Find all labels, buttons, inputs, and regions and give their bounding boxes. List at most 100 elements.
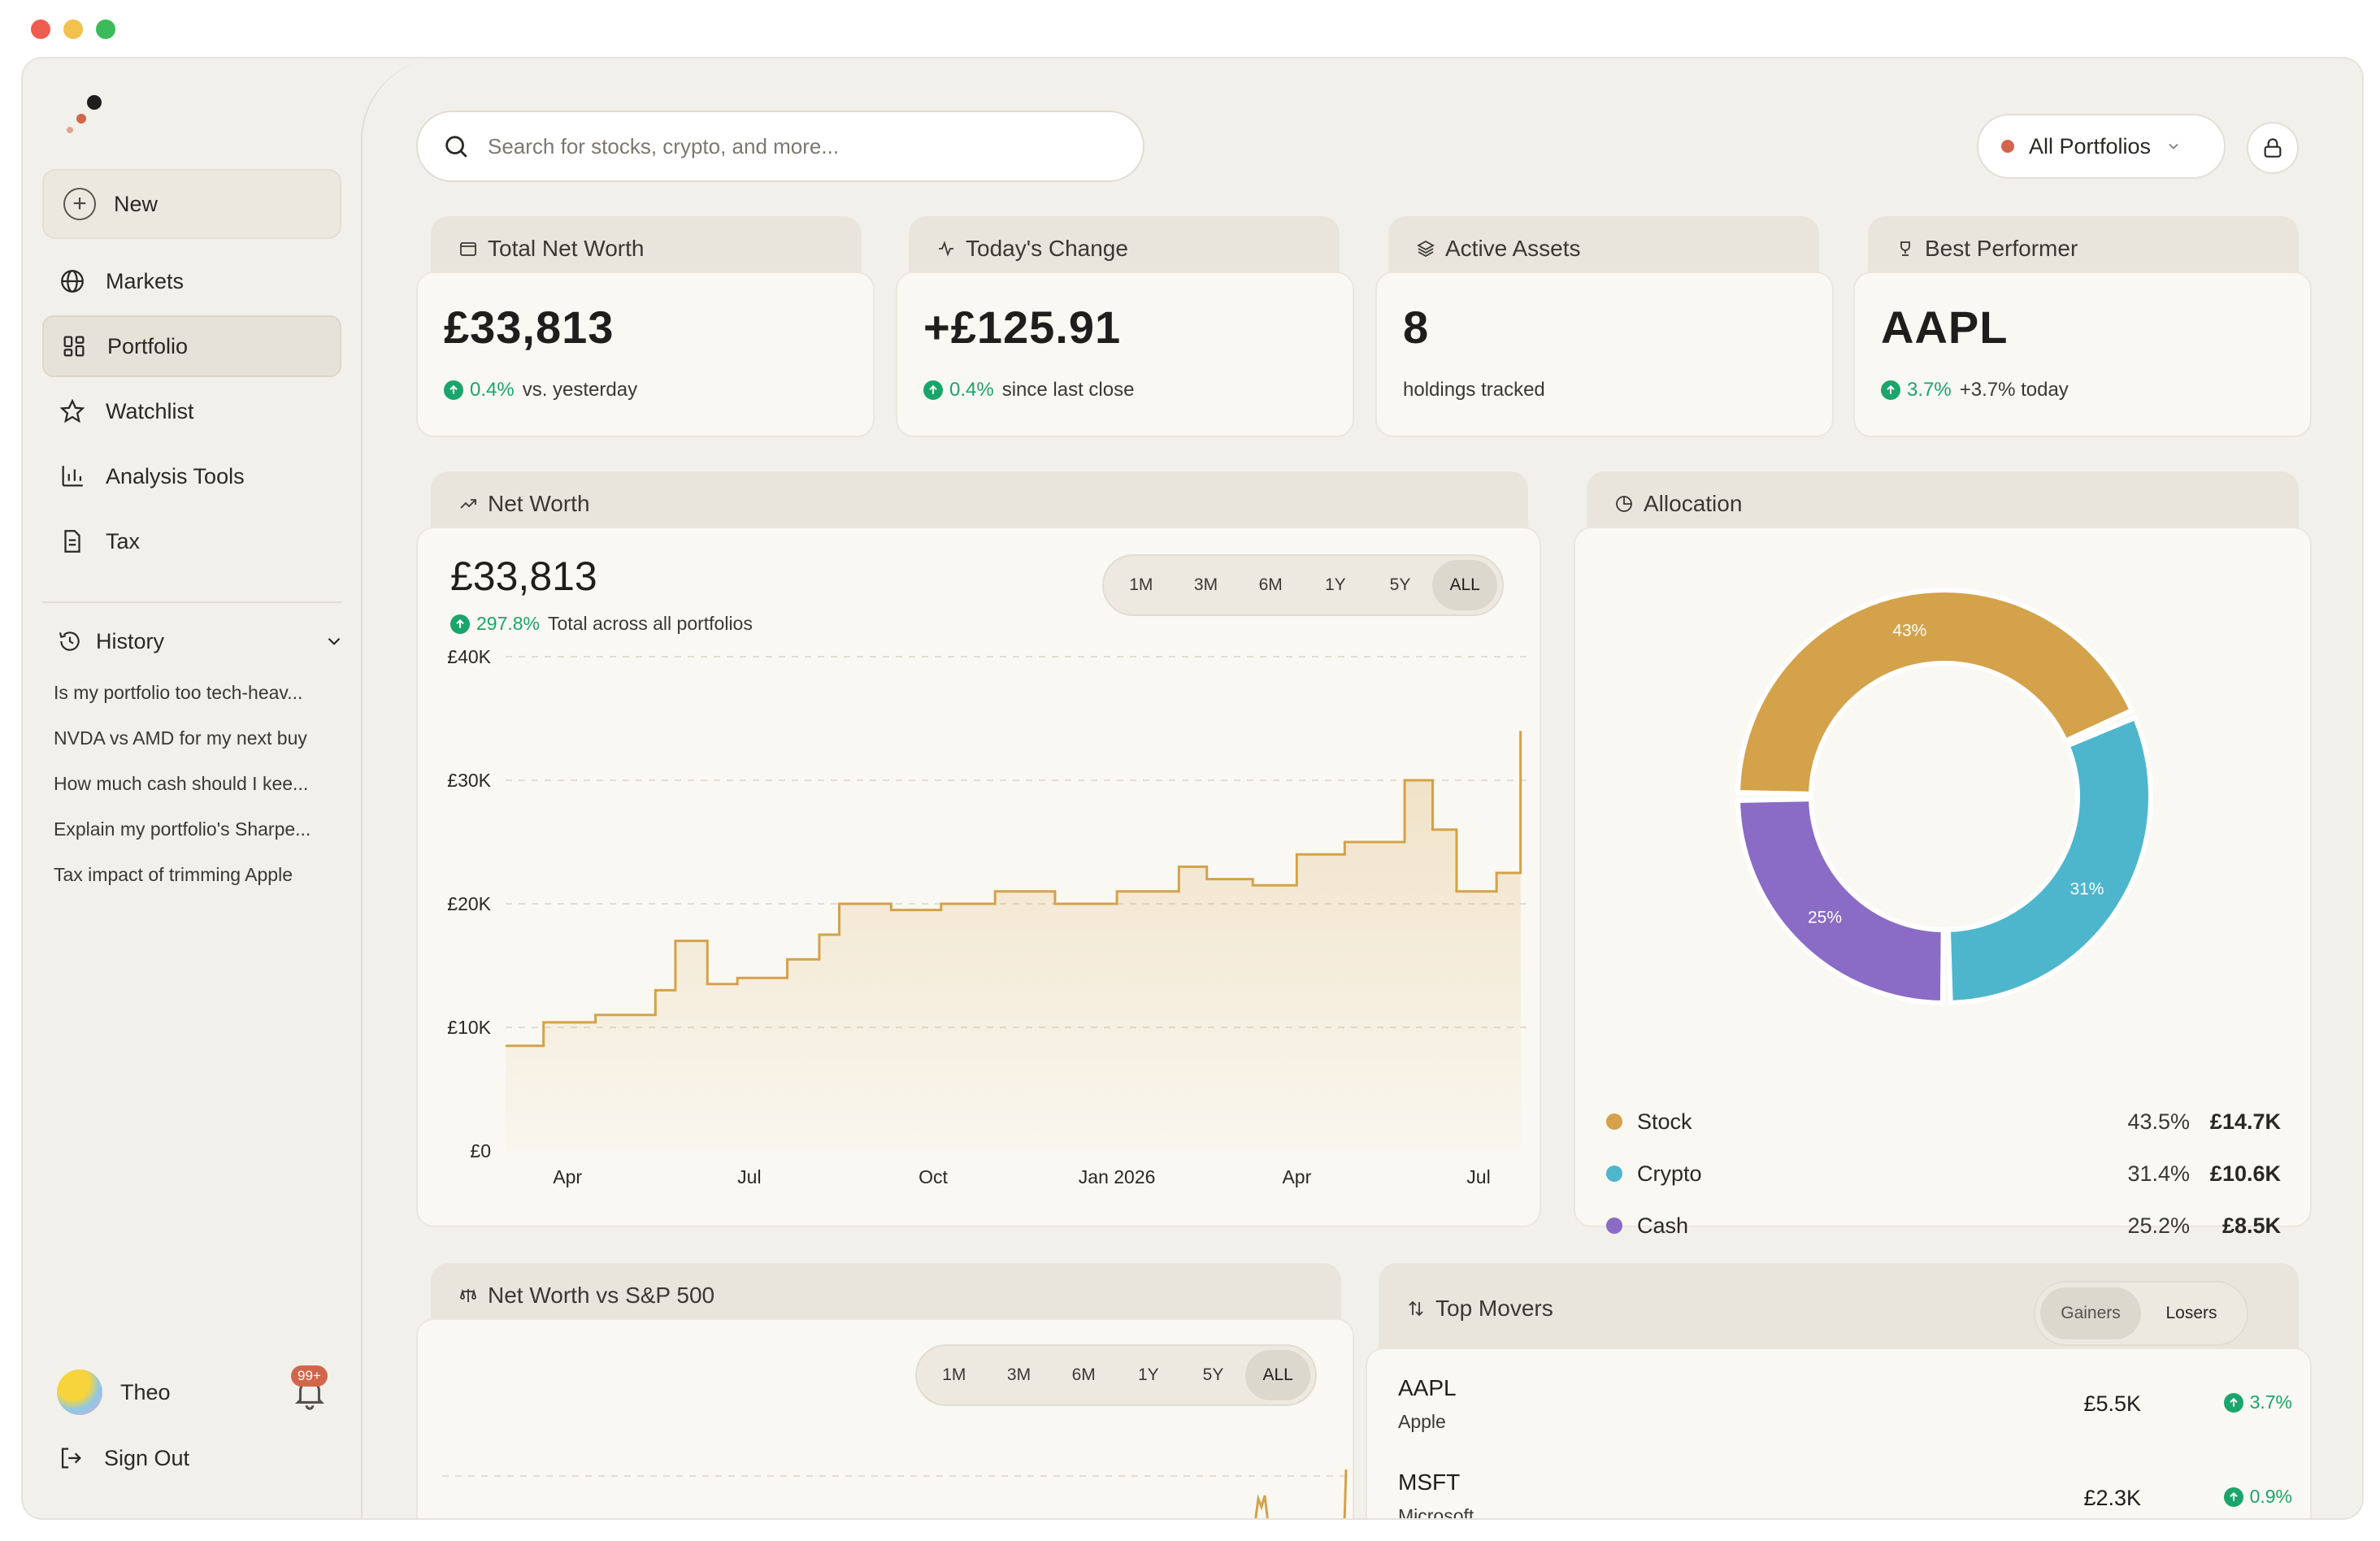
range-6m[interactable]: 6M	[1238, 560, 1303, 610]
change-suffix: Total across all portfolios	[548, 613, 753, 634]
history-item[interactable]: Explain my portfolio's Sharpe...	[54, 806, 338, 852]
change-indicator: 297.8%	[450, 613, 540, 635]
range-1m[interactable]: 1M	[922, 1350, 987, 1400]
change-suffix: holdings tracked	[1403, 379, 1545, 401]
mover-ticker: AAPL	[1398, 1375, 1457, 1400]
history-item[interactable]: NVDA vs AMD for my next buy	[54, 715, 338, 761]
history-label: History	[96, 628, 165, 653]
search-input[interactable]: Search for stocks, crypto, and more...	[488, 134, 839, 159]
vs-sp500-chart[interactable]	[418, 1442, 1353, 1520]
sidebar-item-portfolio[interactable]: Portfolio	[42, 315, 341, 377]
activity-icon	[939, 241, 953, 257]
x-tick-label: Oct	[919, 1166, 948, 1187]
y-tick-label: £20K	[447, 893, 491, 914]
maximize-window-button[interactable]	[96, 20, 115, 39]
x-tick-label: Jan 2026	[1079, 1166, 1156, 1187]
user-profile[interactable]: Theo 99+	[57, 1364, 345, 1421]
tab-losers[interactable]: Losers	[2141, 1287, 2242, 1339]
change-suffix: since last close	[1001, 379, 1135, 401]
movers-toggle: Gainers Losers	[2034, 1281, 2248, 1346]
allocation-donut-chart[interactable]: 43% 31% 25%	[1725, 577, 2164, 1016]
range-3m[interactable]: 3M	[987, 1350, 1052, 1400]
history-item[interactable]: Tax impact of trimming Apple	[54, 852, 338, 897]
range-all[interactable]: ALL	[1432, 560, 1498, 610]
sort-arrows-icon	[1409, 1300, 1423, 1317]
donut-slice-crypto[interactable]	[1945, 714, 2153, 1005]
net-worth-chart[interactable]: £40K £30K £20K £10K £0 Apr Jul Oct Jan 2026 Apr Ju…	[418, 650, 1540, 1219]
range-1m[interactable]: 1M	[1109, 560, 1174, 610]
new-button-label: New	[114, 191, 159, 216]
allocation-card: 43% 31% 25% Stock 43.5% £14.7K Crypto 31.4…	[1574, 527, 2312, 1238]
search-icon	[445, 136, 467, 158]
mover-name: Apple	[1398, 1411, 1446, 1432]
slice-label: 25%	[1808, 909, 1842, 927]
net-worth-value: £33,813	[450, 553, 597, 599]
stat-card-active-assets: 8 holdings tracked	[1375, 271, 1834, 437]
sidebar-item-markets[interactable]: Markets	[42, 250, 341, 312]
donut-slice-cash[interactable]	[1735, 797, 1946, 1005]
range-3m[interactable]: 3M	[1174, 560, 1239, 610]
sidebar-item-watchlist[interactable]: Watchlist	[42, 380, 341, 442]
stat-value: AAPL	[1881, 302, 2009, 353]
range-5y[interactable]: 5Y	[1181, 1350, 1246, 1400]
mover-value: £2.3K	[2083, 1486, 2141, 1510]
search-bar[interactable]: Search for stocks, crypto, and more...	[416, 111, 1144, 182]
avatar[interactable]	[57, 1370, 102, 1415]
notifications-button[interactable]: 99+	[291, 1365, 328, 1411]
stat-card-total-net-worth: £33,813 0.4% vs. yesterday	[416, 271, 875, 437]
sidebar-item-label: Markets	[106, 268, 185, 293]
arrow-up-icon	[450, 614, 470, 634]
x-tick-label: Jul	[737, 1166, 761, 1187]
card-title: Top Movers	[1435, 1296, 1553, 1321]
portfolio-select-value: All Portfolios	[2029, 133, 2152, 158]
range-1y[interactable]: 1Y	[1303, 560, 1368, 610]
top-movers-card: AAPL Apple £5.5K 3.7% MSFT Microsoft £2.…	[1366, 1348, 2312, 1520]
privacy-lock-button[interactable]	[2247, 122, 2299, 174]
sidebar-item-label: Tax	[106, 528, 141, 553]
trending-up-icon	[460, 499, 476, 509]
sign-out-button[interactable]: Sign Out	[57, 1434, 189, 1482]
history-item[interactable]: How much cash should I kee...	[54, 761, 338, 806]
history-toggle[interactable]: History	[57, 619, 345, 663]
change-indicator: 3.7%	[1881, 379, 1952, 402]
sidebar-item-label: Portfolio	[107, 333, 189, 358]
lock-icon	[2264, 138, 2282, 158]
sidebar-item-tax[interactable]: Tax	[42, 510, 341, 572]
legend-row-stock: Stock 43.5% £14.7K	[1606, 1105, 2281, 1138]
legend-label: Stock	[1637, 1109, 1692, 1134]
tab-gainers[interactable]: Gainers	[2040, 1287, 2141, 1339]
trophy-icon	[1900, 241, 1910, 256]
range-6m[interactable]: 6M	[1051, 1350, 1116, 1400]
mover-row[interactable]: AAPL Apple £5.5K 3.7%	[1398, 1375, 2292, 1465]
range-5y[interactable]: 5Y	[1368, 560, 1433, 610]
card-title: Net Worth	[488, 491, 590, 516]
slice-label: 43%	[1892, 621, 1926, 640]
stat-value: 8	[1403, 302, 1430, 353]
range-1y[interactable]: 1Y	[1116, 1350, 1181, 1400]
layers-icon	[1417, 240, 1435, 258]
stat-card-todays-change: +£125.91 0.4% since last close	[896, 271, 1354, 437]
sidebar-item-analysis-tools[interactable]: Analysis Tools	[42, 445, 341, 507]
grid-icon	[63, 336, 85, 357]
new-chat-button[interactable]: + New	[42, 169, 341, 239]
arrow-up-icon	[444, 380, 463, 400]
range-all[interactable]: ALL	[1245, 1350, 1311, 1400]
history-item[interactable]: Is my portfolio too tech-heav...	[54, 670, 338, 715]
mover-name: Microsoft	[1398, 1505, 1474, 1520]
chevron-down-icon	[2169, 143, 2178, 150]
legend-swatch	[1606, 1218, 1622, 1234]
mover-row[interactable]: MSFT Microsoft £2.3K 0.9%	[1398, 1469, 2292, 1520]
app-logo[interactable]	[55, 88, 120, 137]
globe-icon	[61, 270, 84, 293]
mover-change: 0.9%	[2223, 1486, 2292, 1508]
pie-chart-icon	[1616, 496, 1632, 512]
sidebar-item-label: Watchlist	[106, 398, 194, 423]
change-indicator: 0.4%	[444, 379, 515, 402]
minimize-window-button[interactable]	[63, 20, 83, 39]
legend-swatch	[1606, 1113, 1622, 1130]
stat-title: Active Assets	[1445, 236, 1581, 261]
portfolio-select[interactable]: All Portfolios	[1977, 114, 2226, 179]
close-window-button[interactable]	[31, 20, 50, 39]
change-suffix: vs. yesterday	[522, 379, 638, 401]
y-tick-label: £0	[470, 1140, 491, 1161]
